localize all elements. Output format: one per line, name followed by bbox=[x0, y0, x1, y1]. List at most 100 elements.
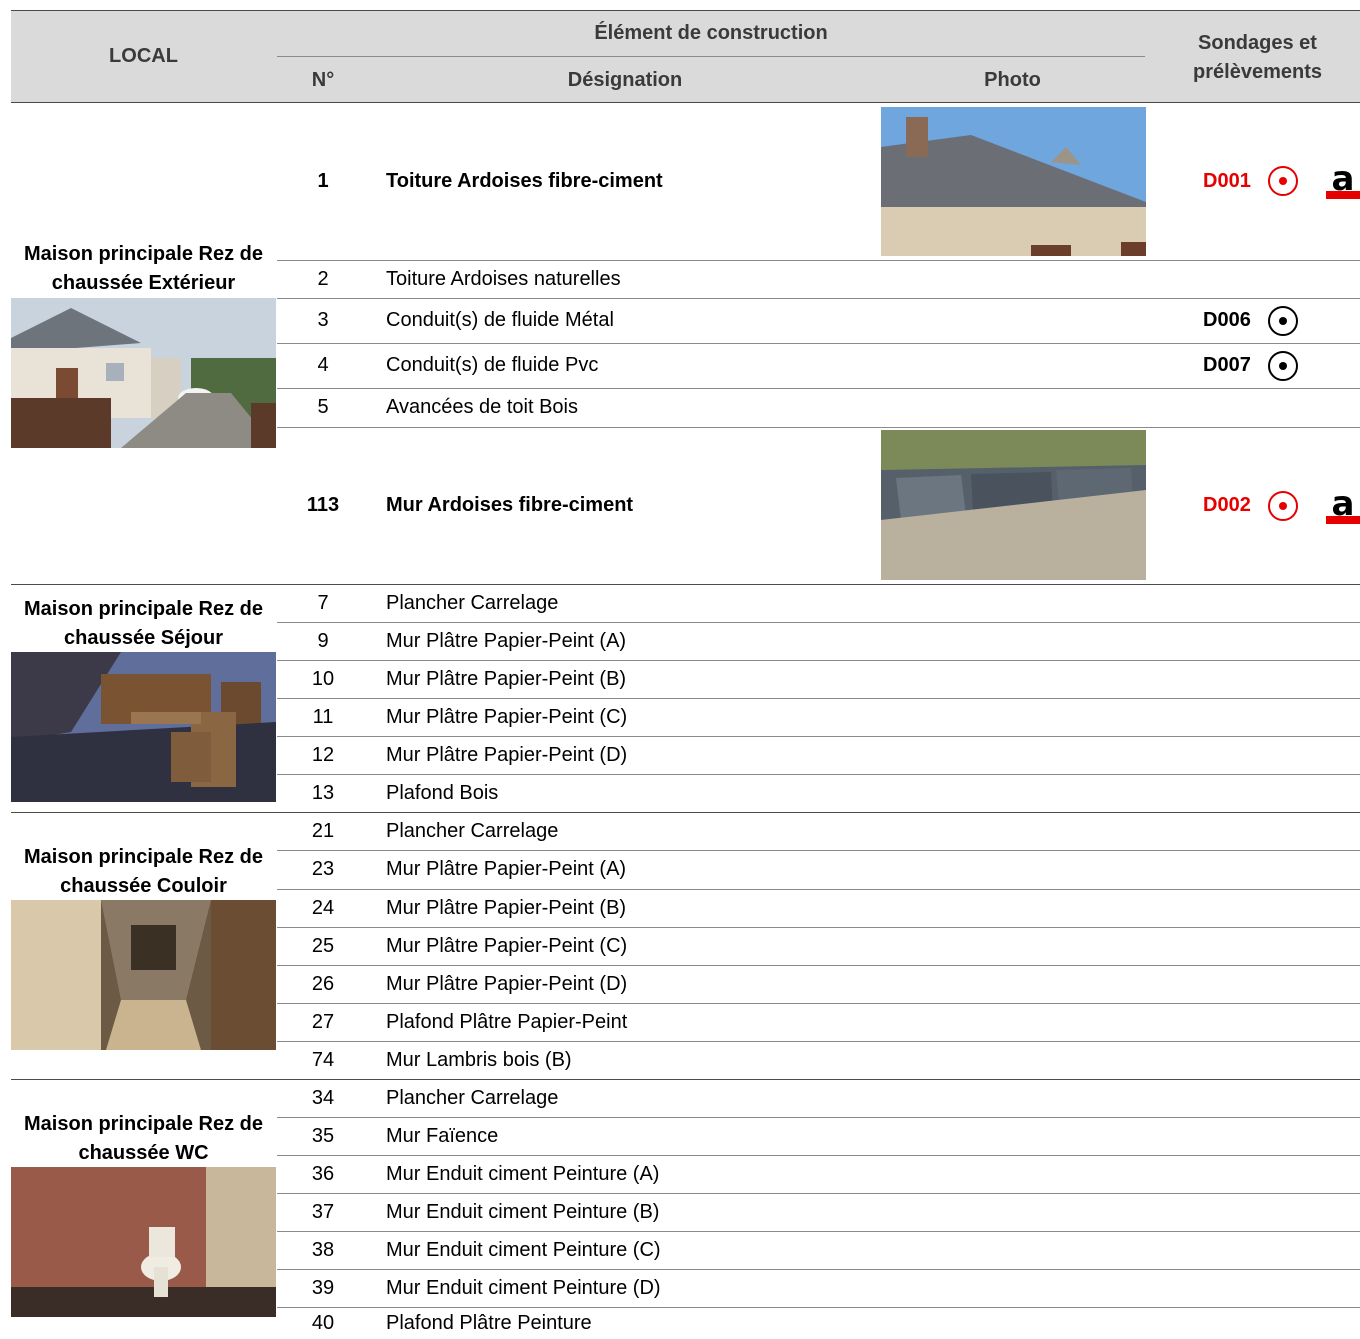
table-row: 35 Mur Faïence bbox=[277, 1117, 1360, 1155]
target-red-icon bbox=[1268, 490, 1298, 521]
table-row: 26 Mur Plâtre Papier-Peint (D) bbox=[277, 965, 1360, 1003]
asbestos-a-icon: a bbox=[1326, 484, 1360, 524]
row-divider bbox=[277, 388, 1360, 389]
row-designation: Mur Plâtre Papier-Peint (C) bbox=[386, 705, 628, 728]
row-number: 39 bbox=[311, 1276, 335, 1299]
target-dot bbox=[1279, 501, 1287, 510]
row-number: 27 bbox=[311, 1010, 335, 1033]
row-divider bbox=[277, 889, 1360, 890]
row-designation: Plancher Carrelage bbox=[386, 1086, 559, 1109]
table-row: 21 Plancher Carrelage bbox=[277, 812, 1360, 850]
table-row: 37 Mur Enduit ciment Peinture (B) bbox=[277, 1193, 1360, 1231]
row-divider bbox=[277, 850, 1360, 851]
sample-code: D007 bbox=[1203, 354, 1251, 376]
row-designation: Mur Ardoises fibre-ciment bbox=[386, 494, 634, 516]
row-number: 2 bbox=[317, 267, 329, 290]
row-designation: Mur Enduit ciment Peinture (D) bbox=[386, 1276, 661, 1299]
row-designation: Mur Lambris bois (B) bbox=[386, 1048, 572, 1071]
row-designation: Mur Plâtre Papier-Peint (B) bbox=[386, 667, 627, 690]
row-divider bbox=[277, 1117, 1360, 1118]
table-row: 38 Mur Enduit ciment Peinture (C) bbox=[277, 1231, 1360, 1269]
row-number: 113 bbox=[306, 494, 340, 516]
table-row: 27 Plafond Plâtre Papier-Peint bbox=[277, 1003, 1360, 1041]
wall-slate-photo bbox=[881, 430, 1146, 580]
row-number: 40 bbox=[311, 1311, 335, 1334]
target-red-icon bbox=[1268, 166, 1298, 196]
local-label-couloir: Maison principale Rez de chaussée Couloi… bbox=[24, 846, 263, 897]
row-number: 4 bbox=[317, 354, 329, 376]
row-divider bbox=[277, 774, 1360, 775]
svg-text:a: a bbox=[1332, 488, 1355, 524]
table-row: 4 Conduit(s) de fluide Pvc D007 bbox=[277, 343, 1360, 388]
row-divider bbox=[277, 622, 1360, 623]
row-number: 25 bbox=[311, 934, 335, 957]
table-row: 7 Plancher Carrelage bbox=[277, 584, 1360, 622]
table-row: 2 Toiture Ardoises naturelles bbox=[277, 260, 1360, 298]
row-number: 23 bbox=[311, 858, 335, 880]
asbestos-a-icon: a bbox=[1326, 159, 1360, 199]
header-sondages: Sondages et prélèvements bbox=[1193, 32, 1322, 83]
table-row: 34 Plancher Carrelage bbox=[277, 1079, 1360, 1117]
row-divider bbox=[277, 965, 1360, 966]
row-number: 7 bbox=[317, 591, 329, 614]
section-divider bbox=[11, 584, 1360, 585]
sample-code: D006 bbox=[1203, 309, 1251, 331]
table-row: 10 Mur Plâtre Papier-Peint (B) bbox=[277, 660, 1360, 698]
header-local: LOCAL bbox=[109, 44, 178, 67]
local-label-exterieur: Maison principale Rez de chaussée Extéri… bbox=[24, 243, 263, 294]
row-designation: Plafond Bois bbox=[386, 781, 499, 804]
target-black-icon bbox=[1268, 305, 1298, 336]
row-divider bbox=[277, 660, 1360, 661]
row-designation: Conduit(s) de fluide Pvc bbox=[386, 354, 599, 376]
svg-text:a: a bbox=[1332, 163, 1355, 199]
row-number: 5 bbox=[317, 396, 329, 418]
row-designation: Toiture Ardoises fibre-ciment bbox=[386, 169, 663, 192]
target-dot bbox=[1279, 177, 1287, 185]
header-num: N° bbox=[311, 68, 335, 91]
row-designation: Mur Faïence bbox=[386, 1124, 499, 1147]
row-divider bbox=[277, 427, 1360, 428]
wc-photo bbox=[11, 1167, 276, 1317]
table-row: 39 Mur Enduit ciment Peinture (D) bbox=[277, 1269, 1360, 1307]
row-divider bbox=[277, 698, 1360, 699]
row-designation: Mur Enduit ciment Peinture (A) bbox=[386, 1162, 660, 1185]
section-divider bbox=[11, 812, 1360, 813]
row-designation: Conduit(s) de fluide Métal bbox=[386, 309, 614, 331]
table-row: 1 Toiture Ardoises fibre-ciment D001 a bbox=[277, 102, 1360, 260]
row-number: 74 bbox=[311, 1048, 335, 1071]
row-divider bbox=[277, 1193, 1360, 1194]
row-number: 24 bbox=[311, 896, 335, 919]
row-divider bbox=[277, 1041, 1360, 1042]
table-row: 113 Mur Ardoises fibre-ciment D002 a bbox=[277, 427, 1360, 584]
roof-photo bbox=[881, 107, 1146, 256]
header-sub-divider bbox=[277, 56, 1145, 57]
target-black-icon bbox=[1268, 350, 1298, 381]
inventory-table: LOCAL Élément de construction N° Désigna… bbox=[0, 0, 1360, 1339]
table-row: 25 Mur Plâtre Papier-Peint (C) bbox=[277, 927, 1360, 965]
table-row: 11 Mur Plâtre Papier-Peint (C) bbox=[277, 698, 1360, 736]
street-house-photo bbox=[11, 298, 276, 448]
row-designation: Mur Plâtre Papier-Peint (A) bbox=[386, 629, 627, 652]
row-number: 12 bbox=[311, 743, 335, 766]
table-row: 5 Avancées de toit Bois bbox=[277, 388, 1360, 427]
target-dot bbox=[1279, 316, 1287, 325]
row-designation: Avancées de toit Bois bbox=[386, 396, 578, 418]
row-number: 21 bbox=[311, 819, 335, 842]
row-divider bbox=[277, 1231, 1360, 1232]
row-designation: Plancher Carrelage bbox=[386, 819, 559, 842]
table-row: 74 Mur Lambris bois (B) bbox=[277, 1041, 1360, 1079]
section-divider bbox=[11, 1079, 1360, 1080]
row-designation: Plancher Carrelage bbox=[386, 591, 559, 614]
table-row: 24 Mur Plâtre Papier-Peint (B) bbox=[277, 889, 1360, 927]
local-label-wc: Maison principale Rez de chaussée WC bbox=[24, 1113, 263, 1164]
living-room-photo bbox=[11, 652, 276, 802]
target-dot bbox=[1279, 361, 1287, 370]
row-divider bbox=[277, 1269, 1360, 1270]
row-number: 35 bbox=[311, 1124, 335, 1147]
row-designation: Toiture Ardoises naturelles bbox=[386, 267, 621, 290]
row-number: 34 bbox=[311, 1086, 335, 1109]
header-element: Élément de construction bbox=[594, 21, 828, 44]
row-number: 9 bbox=[317, 629, 329, 652]
row-designation: Mur Enduit ciment Peinture (B) bbox=[386, 1200, 660, 1223]
row-number: 26 bbox=[311, 972, 335, 995]
